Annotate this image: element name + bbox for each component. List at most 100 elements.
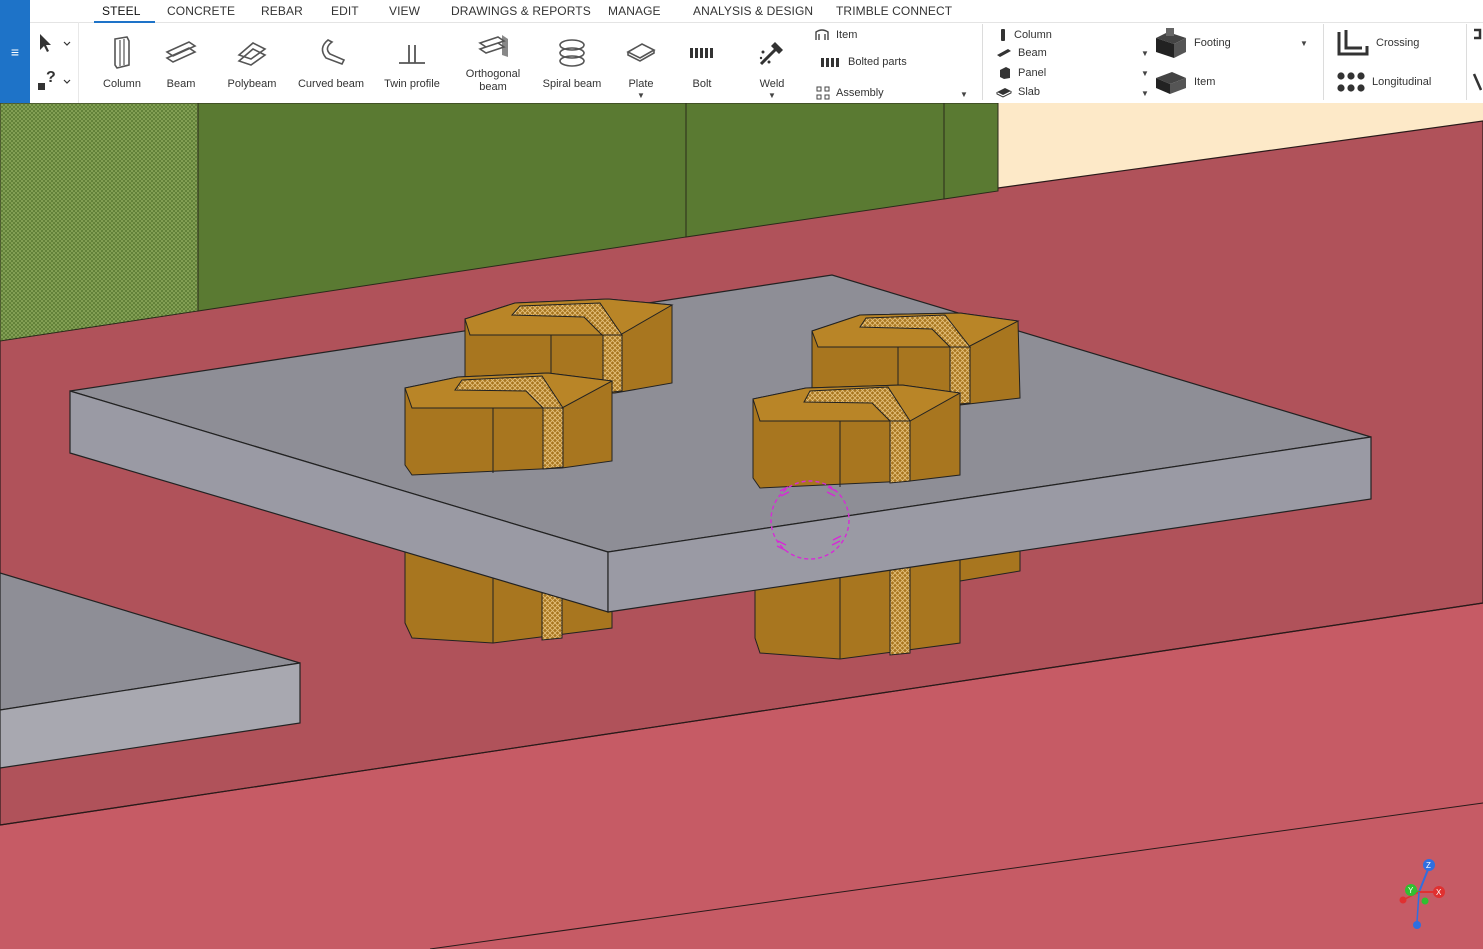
plate-dropdown-caret[interactable]: ▼: [637, 91, 645, 100]
tab-trimble-connect[interactable]: TRIMBLE CONNECT: [836, 4, 952, 18]
rebar-more-icon[interactable]: [1472, 28, 1482, 98]
concrete-item-button[interactable]: Item: [1154, 68, 1215, 96]
concrete-beam-label: Beam: [1018, 47, 1047, 59]
x-axis-label: X: [1436, 888, 1442, 897]
concrete-item-label: Item: [1194, 76, 1216, 88]
3d-model-scene: [0, 103, 1483, 949]
tab-edit[interactable]: EDIT: [331, 4, 359, 18]
concrete-slab-button[interactable]: Slab: [996, 86, 1040, 98]
concrete-column-button[interactable]: Column: [998, 28, 1052, 42]
item-tool-button[interactable]: Item: [814, 28, 857, 42]
svg-text:?: ?: [46, 69, 56, 86]
hamburger-icon: ≡: [10, 43, 20, 60]
steel-column-icon: [114, 36, 130, 69]
concrete-panel-label: Panel: [1018, 67, 1047, 79]
ribbon-separator: [982, 24, 983, 100]
concrete-footing-button[interactable]: Footing: [1154, 28, 1231, 58]
orthogonal-beam-label-line1: Orthogonal: [465, 68, 521, 80]
tab-manage[interactable]: MANAGE: [608, 4, 661, 18]
column-tool-button[interactable]: Column: [96, 22, 148, 103]
longitudinal-rebar-icon: [1337, 72, 1365, 92]
weld-tool-button[interactable]: Weld ▼: [748, 22, 796, 103]
plate-tool-label: Plate: [628, 78, 654, 90]
bolt-nut-front-left: [404, 372, 614, 476]
orthogonal-beam-icon: [478, 35, 508, 57]
concrete-slab-icon: [996, 88, 1012, 98]
beam-tool-button[interactable]: Beam: [156, 22, 206, 103]
weld-tool-label: Weld: [759, 78, 785, 90]
coordinate-axis-icon: Z Y X: [1399, 859, 1445, 929]
concrete-panel-dropdown-caret[interactable]: ▼: [1141, 69, 1149, 78]
concrete-column-label: Column: [1014, 29, 1052, 41]
bolt-tool-label: Bolt: [692, 78, 712, 90]
bolted-parts-label: Bolted parts: [848, 56, 907, 68]
ribbon-separator: [1466, 24, 1467, 100]
item-shape-icon: [815, 29, 829, 40]
curved-beam-tool-label: Curved beam: [297, 78, 365, 90]
footing-dropdown-caret[interactable]: ▼: [1300, 39, 1308, 48]
polybeam-tool-label: Polybeam: [227, 78, 277, 90]
concrete-beam-icon: [997, 49, 1011, 57]
footing-icon: [1156, 28, 1186, 58]
weld-dropdown-caret[interactable]: ▼: [768, 91, 776, 100]
file-menu-button[interactable]: ≡: [0, 0, 30, 103]
concrete-item-icon: [1156, 72, 1186, 94]
tab-drawings-reports[interactable]: DRAWINGS & REPORTS: [451, 4, 591, 18]
twin-profile-tool-label: Twin profile: [384, 78, 440, 90]
polybeam-tool-button[interactable]: Polybeam: [220, 22, 284, 103]
spiral-beam-icon: [559, 39, 585, 67]
bolt-icon: [690, 48, 713, 58]
assembly-label: Assembly: [836, 87, 884, 99]
item-tool-label: Item: [836, 29, 858, 41]
tab-steel[interactable]: STEEL: [94, 4, 154, 23]
concrete-beam-button[interactable]: Beam: [996, 47, 1047, 59]
crossing-label: Crossing: [1376, 37, 1420, 49]
query-tool-button[interactable]: ?: [34, 66, 74, 96]
weld-icon: [759, 42, 783, 66]
bolt-nut-front-right: [752, 384, 962, 489]
plate-tool-button[interactable]: Plate ▼: [620, 22, 662, 103]
concrete-column-icon: [1001, 29, 1005, 41]
rebar-crossing-button[interactable]: Crossing: [1336, 28, 1419, 58]
model-viewport[interactable]: Z Y X: [0, 103, 1483, 949]
assembly-icon: [816, 86, 830, 100]
tab-rebar[interactable]: REBAR: [261, 4, 303, 18]
concrete-panel-button[interactable]: Panel: [998, 66, 1046, 80]
bolted-parts-tool-button[interactable]: Bolted parts: [820, 56, 907, 68]
rebar-longitudinal-button[interactable]: Longitudinal: [1336, 70, 1431, 94]
assembly-tool-button[interactable]: Assembly: [816, 86, 884, 100]
longitudinal-label: Longitudinal: [1372, 76, 1432, 88]
twin-profile-tool-button[interactable]: Twin profile: [378, 22, 446, 103]
z-axis-label: Z: [1426, 861, 1431, 870]
curved-beam-icon: [321, 39, 346, 66]
assembly-dropdown-caret[interactable]: ▼: [960, 90, 968, 99]
spiral-beam-tool-label: Spiral beam: [542, 78, 602, 90]
steel-beam-icon: [165, 41, 197, 63]
tab-view[interactable]: VIEW: [389, 4, 420, 18]
ribbon-toolbar: ? Column Beam Polybeam Curved beam Twin …: [30, 22, 1483, 103]
y-axis-label: Y: [1408, 886, 1414, 895]
concrete-slab-label: Slab: [1018, 86, 1041, 98]
orthogonal-beam-label-line2: beam: [479, 81, 507, 93]
plate-icon: [626, 43, 656, 62]
ribbon-tabs: STEEL CONCRETE REBAR EDIT VIEW DRAWINGS …: [30, 0, 1483, 23]
crossing-rebar-icon: [1337, 30, 1369, 56]
concrete-beam-dropdown-caret[interactable]: ▼: [1141, 49, 1149, 58]
concrete-panel-icon: [1000, 67, 1010, 79]
concrete-slab-dropdown-caret[interactable]: ▼: [1141, 89, 1149, 98]
curved-beam-tool-button[interactable]: Curved beam: [294, 22, 368, 103]
twin-profile-icon: [399, 45, 425, 64]
bolt-tool-button[interactable]: Bolt: [680, 22, 724, 103]
ribbon-separator: [1323, 24, 1324, 100]
column-tool-label: Column: [103, 78, 141, 90]
polybeam-icon: [237, 42, 267, 66]
tab-concrete[interactable]: CONCRETE: [167, 4, 235, 18]
select-tool-button[interactable]: [34, 28, 74, 58]
cursor-arrow-icon: [40, 34, 71, 52]
orthogonal-beam-tool-button[interactable]: Orthogonal beam: [458, 22, 528, 103]
beam-tool-label: Beam: [166, 78, 196, 90]
selection-tools: ?: [30, 22, 79, 103]
tab-analysis-design[interactable]: ANALYSIS & DESIGN: [693, 4, 813, 18]
spiral-beam-tool-button[interactable]: Spiral beam: [538, 22, 606, 103]
bolted-parts-icon: [821, 58, 839, 67]
